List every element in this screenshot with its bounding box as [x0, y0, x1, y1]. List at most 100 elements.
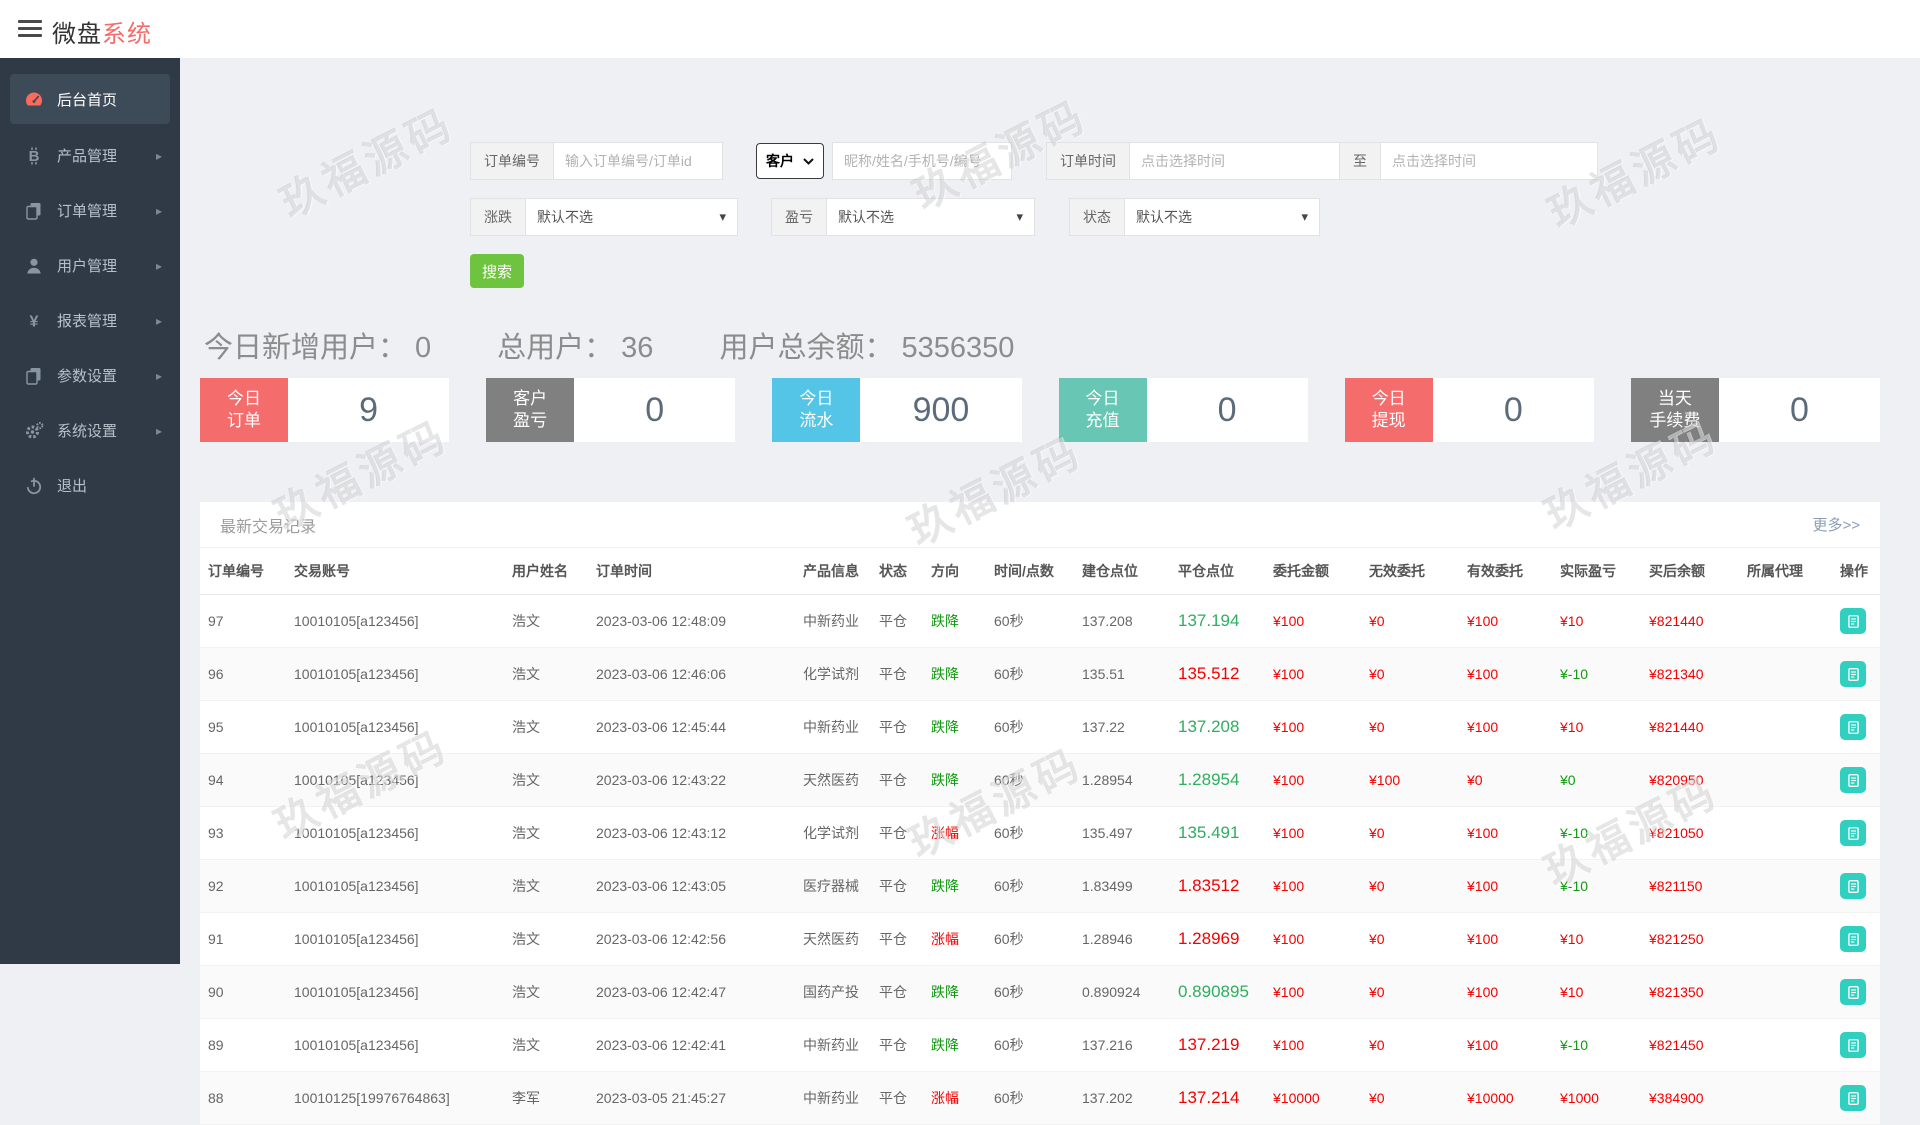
cell-username: 浩文: [504, 807, 588, 860]
dashboard-icon: [24, 89, 44, 109]
cell-agent: [1739, 648, 1832, 701]
order-no-label: 订单编号: [470, 142, 554, 180]
cell-order-time: 2023-03-06 12:46:06: [588, 648, 795, 701]
cell-order-id: 96: [200, 648, 286, 701]
power-icon: [24, 476, 44, 496]
cell-open-point: 0.890924: [1074, 966, 1170, 1019]
cell-agent: [1739, 807, 1832, 860]
cell-action: [1832, 1019, 1880, 1072]
sidebar-item-orders[interactable]: 订单管理 ▸: [0, 183, 180, 238]
cell-username: 浩文: [504, 966, 588, 1019]
cell-order-id: 92: [200, 860, 286, 913]
sidebar-item-products[interactable]: B 产品管理 ▸: [0, 128, 180, 183]
menu-toggle-icon[interactable]: [18, 20, 42, 38]
cell-action: [1832, 913, 1880, 966]
app-logo: 微盘系统: [52, 14, 152, 49]
cell-product: 天然医药: [795, 913, 871, 966]
detail-list-icon: [1846, 985, 1861, 1000]
cell-open-point: 137.22: [1074, 701, 1170, 754]
cell-duration: 60秒: [986, 595, 1074, 648]
sidebar-item-users[interactable]: 用户管理 ▸: [0, 238, 180, 293]
cell-entrust-amount: ¥10000: [1265, 1072, 1361, 1125]
cell-action: [1832, 595, 1880, 648]
sidebar-item-logout[interactable]: 退出: [0, 458, 180, 513]
updown-select[interactable]: 默认不选▾: [526, 198, 738, 236]
table-row: 9410010105[a123456]浩文2023-03-06 12:43:22…: [200, 754, 1880, 807]
bitcoin-icon: B: [24, 146, 44, 166]
summary-card: 今日提现0: [1345, 378, 1594, 442]
cell-account: 10010105[a123456]: [286, 754, 504, 807]
cell-valid-entrust: ¥100: [1459, 913, 1552, 966]
customer-type-value: 客户: [766, 151, 794, 171]
sidebar-item-reports[interactable]: ¥ 报表管理 ▸: [0, 293, 180, 348]
cell-username: 浩文: [504, 648, 588, 701]
cell-close-point: 1.28954: [1170, 754, 1265, 807]
customer-input[interactable]: [832, 142, 1012, 180]
more-link[interactable]: 更多>>: [1812, 514, 1860, 535]
cell-account: 10010125[19976764863]: [286, 1072, 504, 1125]
order-time-start-input[interactable]: [1130, 142, 1340, 180]
table-row: 9110010105[a123456]浩文2023-03-06 12:42:56…: [200, 913, 1880, 966]
cell-order-time: 2023-03-06 12:42:47: [588, 966, 795, 1019]
order-time-end-input[interactable]: [1381, 142, 1598, 180]
row-detail-button[interactable]: [1840, 820, 1866, 846]
cell-entrust-amount: ¥100: [1265, 754, 1361, 807]
row-detail-button[interactable]: [1840, 979, 1866, 1005]
sidebar-item-label: 系统设置: [57, 420, 117, 441]
table-header-row: 订单编号交易账号用户姓名订单时间产品信息状态方向时间/点数建仓点位平仓点位委托金…: [200, 548, 1880, 595]
cell-duration: 60秒: [986, 913, 1074, 966]
pnl-select[interactable]: 默认不选▾: [827, 198, 1035, 236]
row-detail-button[interactable]: [1840, 714, 1866, 740]
cell-username: 李军: [504, 1072, 588, 1125]
chevron-down-icon: ▾: [1016, 209, 1023, 225]
cell-direction: 跌降: [923, 1019, 986, 1072]
detail-list-icon: [1846, 879, 1861, 894]
chevron-right-icon: ▸: [156, 369, 162, 383]
detail-list-icon: [1846, 667, 1861, 682]
cell-order-id: 93: [200, 807, 286, 860]
cell-direction: 涨幅: [923, 913, 986, 966]
card-label: 当天手续费: [1631, 378, 1719, 442]
cell-invalid-entrust: ¥0: [1361, 595, 1459, 648]
cell-balance-after: ¥821050: [1641, 807, 1739, 860]
chevron-right-icon: ▸: [156, 259, 162, 273]
row-detail-button[interactable]: [1840, 873, 1866, 899]
pnl-label: 盈亏: [771, 198, 827, 236]
cell-entrust-amount: ¥100: [1265, 648, 1361, 701]
sidebar-item-settings[interactable]: 系统设置 ▸: [0, 403, 180, 458]
column-header: 方向: [923, 548, 986, 595]
row-detail-button[interactable]: [1840, 926, 1866, 952]
cell-agent: [1739, 595, 1832, 648]
row-detail-button[interactable]: [1840, 608, 1866, 634]
column-header: 订单编号: [200, 548, 286, 595]
stat-label: 总用户：: [497, 332, 613, 364]
column-header: 建仓点位: [1074, 548, 1170, 595]
cell-status: 平仓: [871, 1019, 923, 1072]
sidebar-item-dashboard[interactable]: 后台首页: [10, 74, 170, 124]
order-no-input[interactable]: [554, 142, 723, 180]
cell-username: 浩文: [504, 1019, 588, 1072]
table-row: 9610010105[a123456]浩文2023-03-06 12:46:06…: [200, 648, 1880, 701]
cell-close-point: 135.491: [1170, 807, 1265, 860]
cell-order-id: 97: [200, 595, 286, 648]
cell-valid-entrust: ¥100: [1459, 860, 1552, 913]
row-detail-button[interactable]: [1840, 661, 1866, 687]
cell-order-time: 2023-03-05 21:45:27: [588, 1072, 795, 1125]
stats-line: 今日新增用户：0 总用户：36 用户总余额：5356350: [204, 324, 1080, 366]
search-button[interactable]: 搜索: [470, 254, 524, 288]
cell-order-time: 2023-03-06 12:48:09: [588, 595, 795, 648]
detail-list-icon: [1846, 614, 1861, 629]
cell-balance-after: ¥821150: [1641, 860, 1739, 913]
cell-open-point: 1.28954: [1074, 754, 1170, 807]
column-header: 订单时间: [588, 548, 795, 595]
cell-valid-entrust: ¥100: [1459, 966, 1552, 1019]
sidebar-item-parameters[interactable]: 参数设置 ▸: [0, 348, 180, 403]
cell-valid-entrust: ¥100: [1459, 595, 1552, 648]
row-detail-button[interactable]: [1840, 1085, 1866, 1111]
cell-entrust-amount: ¥100: [1265, 701, 1361, 754]
status-select[interactable]: 默认不选▾: [1125, 198, 1320, 236]
row-detail-button[interactable]: [1840, 1032, 1866, 1058]
table-row: 9710010105[a123456]浩文2023-03-06 12:48:09…: [200, 595, 1880, 648]
customer-type-select[interactable]: 客户: [756, 143, 824, 179]
row-detail-button[interactable]: [1840, 767, 1866, 793]
